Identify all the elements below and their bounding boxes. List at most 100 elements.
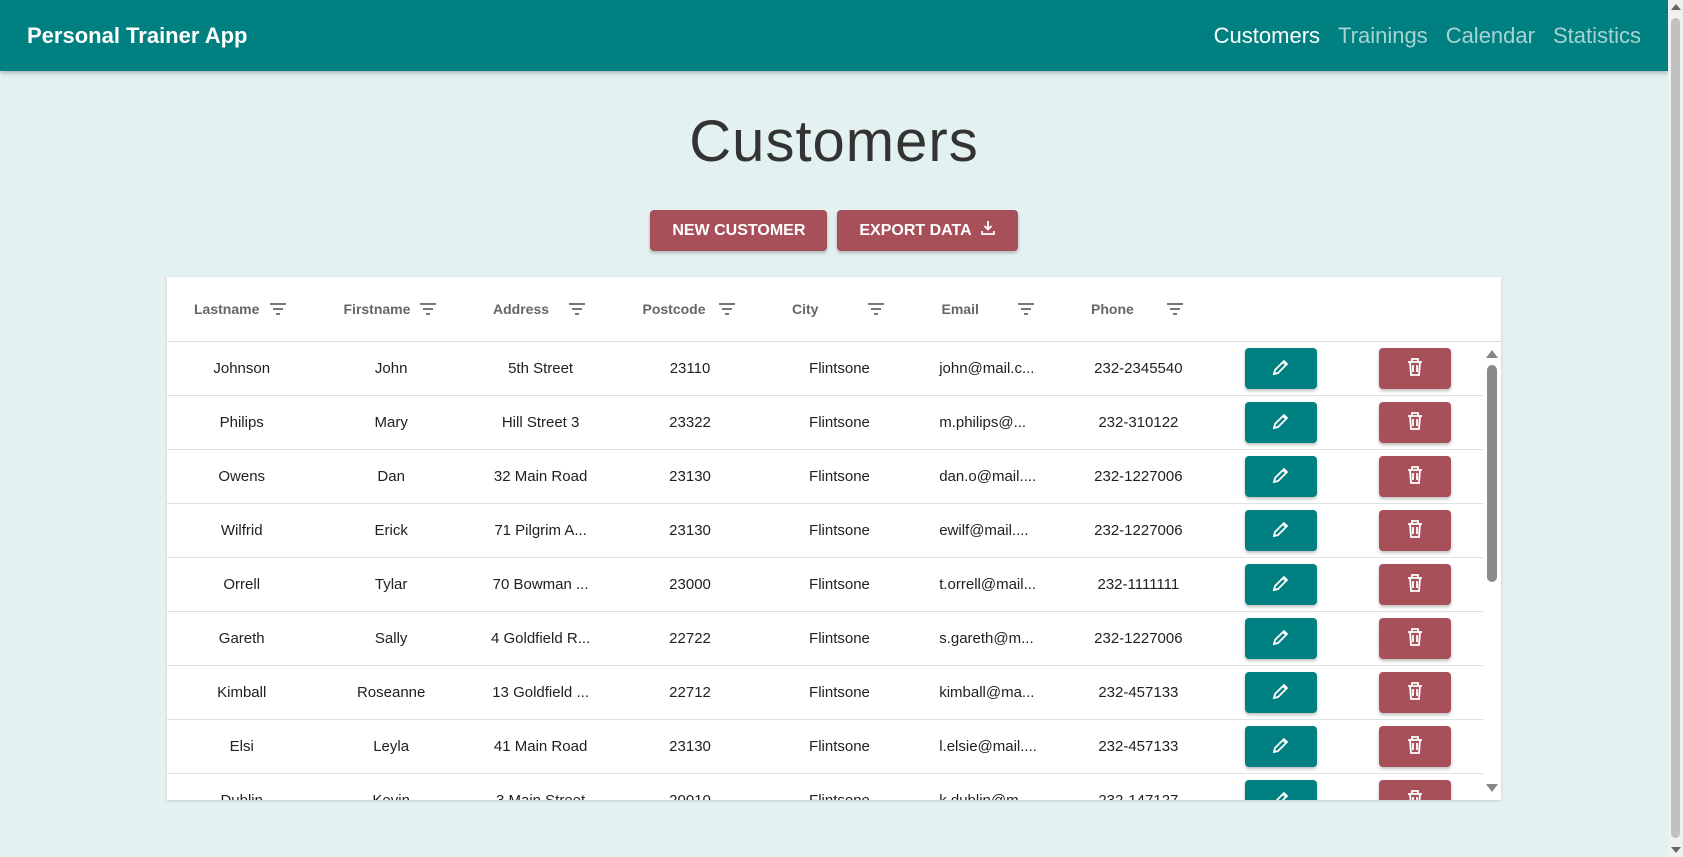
cell-postcode: 23130: [669, 522, 711, 539]
cell-lastname: Orrell: [223, 576, 261, 593]
delete-cell: [1348, 510, 1483, 551]
table-row[interactable]: Elsi Leyla 41 Main Road 23130 Flintsone l.els…: [167, 720, 1483, 774]
trash-icon: [1406, 627, 1424, 650]
delete-button[interactable]: [1379, 780, 1452, 800]
trash-icon: [1406, 357, 1424, 380]
trash-icon: [1406, 519, 1424, 542]
cell-postcode: 22712: [669, 684, 711, 701]
table-row[interactable]: Orrell Tylar 70 Bowman ... 23000 Flintsone t.…: [167, 558, 1483, 612]
delete-button[interactable]: [1379, 672, 1452, 713]
cell-firstname: Dan: [377, 468, 405, 485]
delete-cell: [1348, 726, 1483, 767]
nav-trainings[interactable]: Trainings: [1338, 23, 1428, 49]
cell-address: 41 Main Road: [493, 738, 588, 755]
nav-customers[interactable]: Customers: [1214, 23, 1320, 49]
edit-icon: [1271, 573, 1291, 596]
table-row[interactable]: Gareth Sally 4 Goldfield R... 22722 Flintson…: [167, 612, 1483, 666]
trash-icon: [1406, 681, 1424, 704]
action-bar: NEW CUSTOMER EXPORT DATA: [0, 210, 1668, 251]
cell-city: Flintsone: [809, 630, 870, 647]
edit-icon: [1271, 411, 1291, 434]
delete-button[interactable]: [1379, 402, 1452, 443]
edit-button[interactable]: [1244, 672, 1317, 713]
edit-button[interactable]: [1244, 564, 1317, 605]
nav-calendar[interactable]: Calendar: [1446, 23, 1535, 49]
column-header-lastname[interactable]: Lastname: [167, 301, 317, 317]
cell-lastname: Owens: [218, 468, 266, 485]
delete-button[interactable]: [1379, 510, 1452, 551]
cell-address: Hill Street 3: [501, 414, 580, 431]
filter-icon[interactable]: [1166, 302, 1184, 316]
page-scroll-up-icon[interactable]: [1671, 4, 1681, 10]
cell-lastname: Elsi: [229, 738, 254, 755]
table-row[interactable]: DublinKevin3 Main Street20010Flintsonek.…: [167, 774, 1483, 800]
edit-button[interactable]: [1244, 402, 1317, 443]
page-scroll-down-icon[interactable]: [1671, 847, 1681, 853]
delete-button[interactable]: [1379, 564, 1452, 605]
filter-icon[interactable]: [568, 302, 586, 316]
table-row[interactable]: Philips Mary Hill Street 3 23322 Flintsone m.…: [167, 396, 1483, 450]
scroll-up-arrow-icon[interactable]: [1486, 350, 1498, 358]
cell-phone: 232-1227006: [1094, 630, 1183, 647]
edit-button[interactable]: [1244, 456, 1317, 497]
edit-button[interactable]: [1244, 780, 1317, 800]
cell-phone: 232-1111111: [1097, 576, 1180, 593]
cell-lastname: Philips: [219, 414, 264, 431]
delete-cell: [1348, 618, 1483, 659]
cell-postcode: 23130: [669, 468, 711, 485]
filter-icon[interactable]: [718, 302, 736, 316]
cell-email: l.elsie@mail....: [939, 738, 1037, 755]
delete-button[interactable]: [1379, 456, 1452, 497]
grid-body[interactable]: Johnson John 5th Street 23110 Flintsone john@…: [167, 342, 1483, 800]
edit-button[interactable]: [1244, 348, 1317, 389]
page-scroll-thumb[interactable]: [1671, 18, 1680, 838]
table-row[interactable]: Johnson John 5th Street 23110 Flintsone john@…: [167, 342, 1483, 396]
column-header-address[interactable]: Address: [466, 301, 616, 317]
column-header-phone[interactable]: Phone: [1064, 301, 1214, 317]
scroll-down-arrow-icon[interactable]: [1486, 784, 1498, 792]
delete-cell: [1348, 564, 1483, 605]
column-header-email[interactable]: Email: [915, 301, 1065, 317]
cell-city: Flintsone: [809, 468, 870, 485]
cell-phone: 232-1227006: [1094, 468, 1183, 485]
cell-phone: 232-2345540: [1094, 360, 1183, 377]
new-customer-button[interactable]: NEW CUSTOMER: [650, 210, 828, 251]
column-header-city[interactable]: City: [765, 301, 915, 317]
grid-scroll-thumb[interactable]: [1487, 365, 1497, 582]
filter-icon[interactable]: [269, 302, 287, 316]
edit-cell: [1213, 780, 1348, 800]
edit-button[interactable]: [1244, 618, 1317, 659]
filter-icon[interactable]: [1017, 302, 1035, 316]
edit-icon: [1271, 735, 1291, 758]
nav-statistics[interactable]: Statistics: [1553, 23, 1641, 49]
delete-cell: [1348, 348, 1483, 389]
cell-firstname: Sally: [374, 630, 408, 647]
grid-scrollbar[interactable]: [1483, 342, 1501, 800]
edit-button[interactable]: [1244, 510, 1317, 551]
cell-postcode: 20010: [615, 792, 764, 800]
table-row[interactable]: Wilfrid Erick 71 Pilgrim A... 23130 Flintson…: [167, 504, 1483, 558]
table-row[interactable]: Kimball Roseanne 13 Goldfield ... 22712 Flin…: [167, 666, 1483, 720]
cell-lastname: Dublin: [167, 792, 316, 800]
trash-icon: [1406, 789, 1424, 800]
edit-icon: [1271, 681, 1291, 704]
filter-icon[interactable]: [419, 302, 437, 316]
filter-icon[interactable]: [867, 302, 885, 316]
table-row[interactable]: Owens Dan 32 Main Road 23130 Flintsone dan.o@…: [167, 450, 1483, 504]
edit-cell: [1213, 618, 1348, 659]
delete-button[interactable]: [1379, 618, 1452, 659]
edit-button[interactable]: [1244, 726, 1317, 767]
cell-city: Flintsone: [765, 792, 914, 800]
export-data-button[interactable]: EXPORT DATA: [837, 210, 1018, 251]
delete-cell: [1348, 780, 1483, 800]
column-header-firstname[interactable]: Firstname: [317, 301, 467, 317]
column-header-postcode[interactable]: Postcode: [616, 301, 766, 317]
edit-cell: [1213, 402, 1348, 443]
column-header-label: Email: [941, 301, 979, 317]
delete-button[interactable]: [1379, 726, 1452, 767]
cell-phone: 232-147127: [1064, 792, 1213, 800]
column-header-label: Address: [493, 301, 550, 317]
cell-address: 5th Street: [508, 360, 574, 377]
delete-button[interactable]: [1379, 348, 1452, 389]
page-scrollbar[interactable]: [1668, 0, 1683, 857]
